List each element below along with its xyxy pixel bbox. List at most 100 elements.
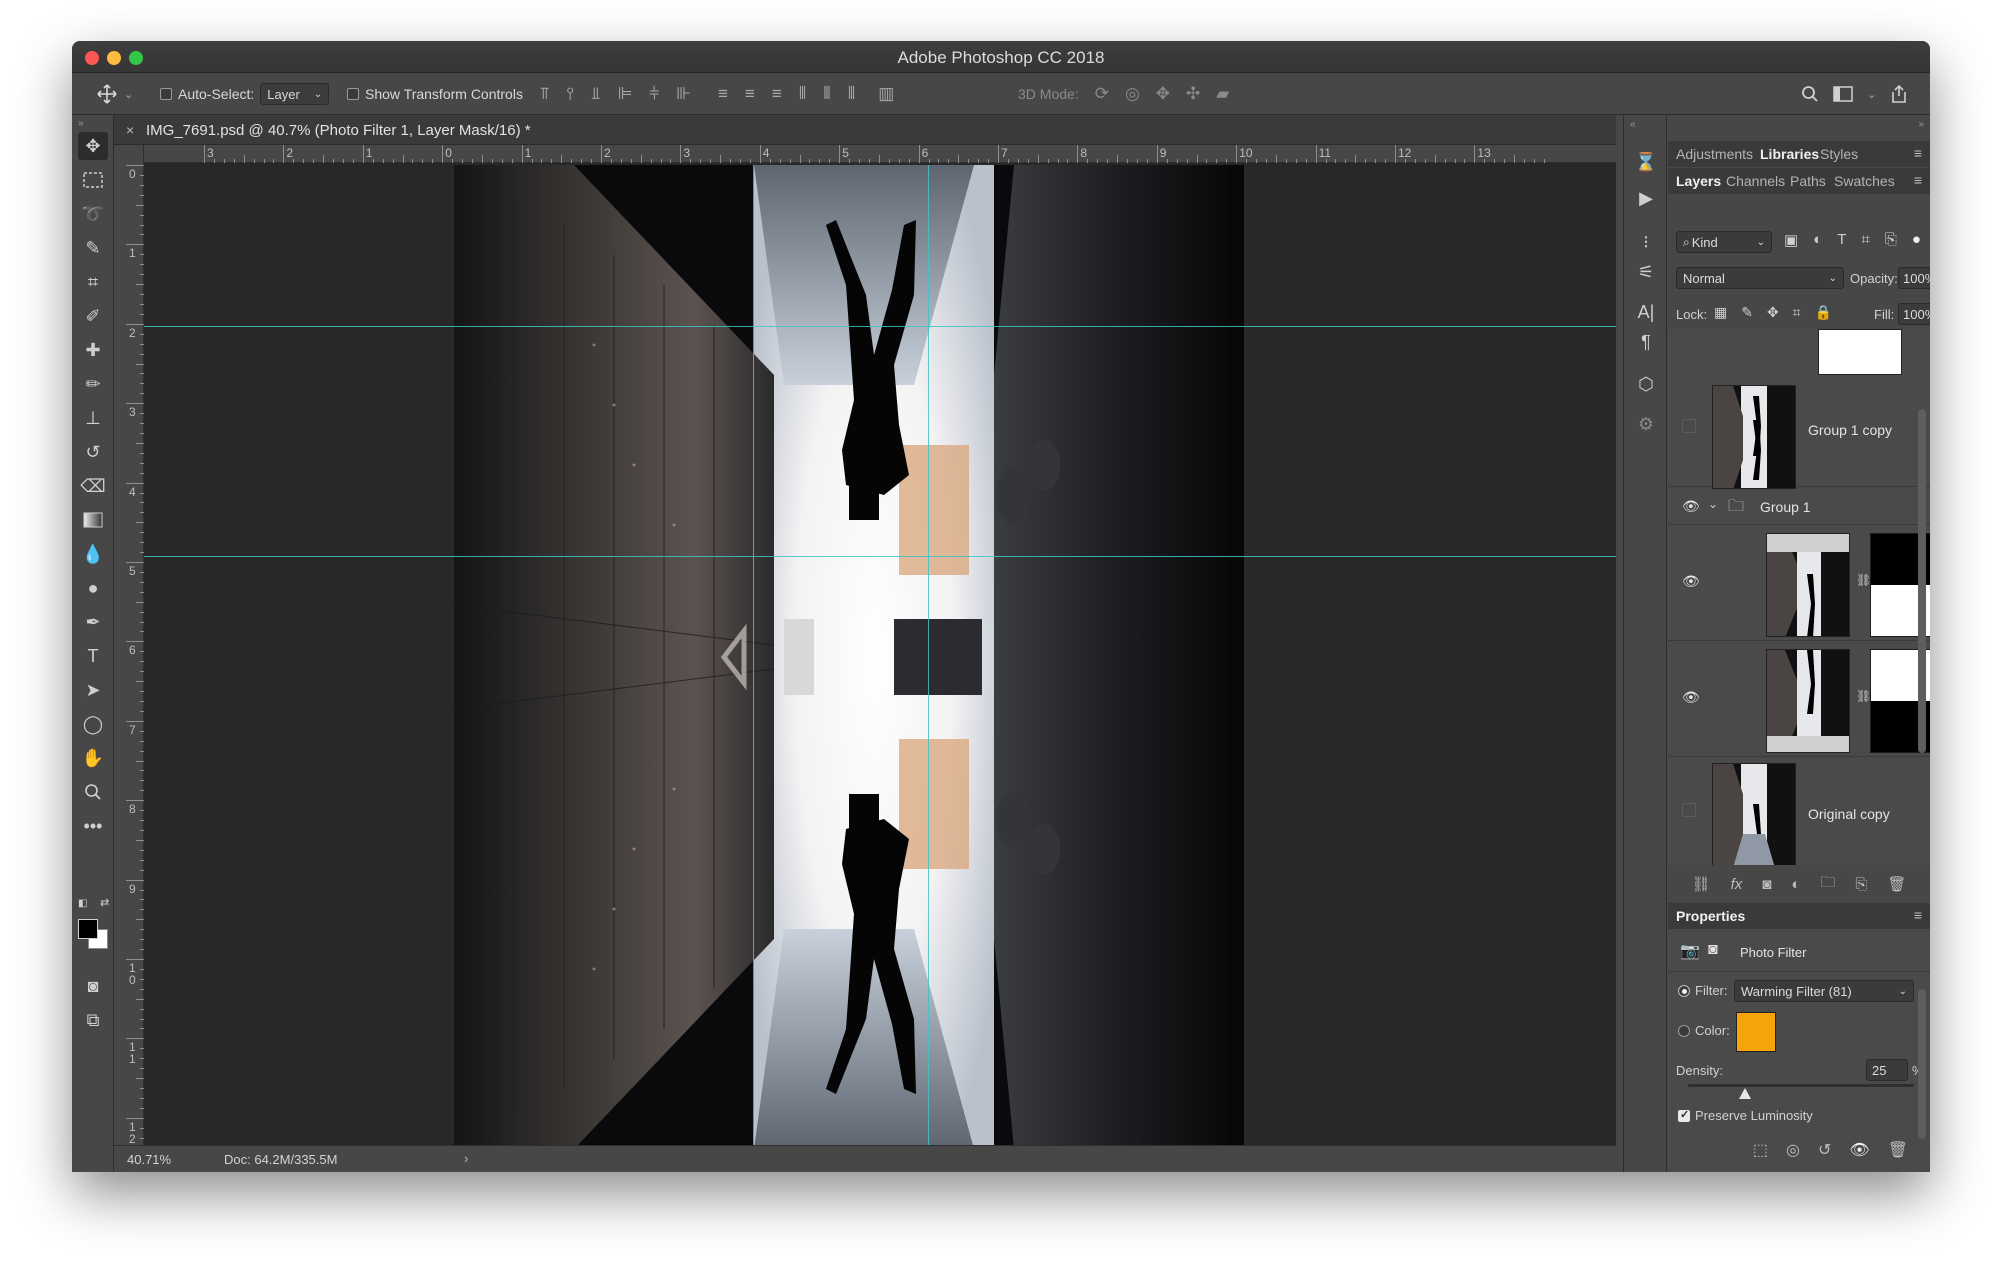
link-layers-icon[interactable]: ⛓ — [1692, 875, 1711, 893]
crop-tool-icon[interactable]: ⌗ — [78, 268, 108, 296]
paragraph-panel-icon[interactable]: ¶ — [1632, 329, 1660, 355]
lock-transparency-icon[interactable]: ▦ — [1714, 304, 1727, 321]
tab-styles[interactable]: Styles — [1820, 146, 1858, 162]
canvas-area[interactable] — [144, 163, 1616, 1149]
filter-smart-object-icon[interactable]: ⎘ — [1885, 231, 1897, 249]
layer-name[interactable]: Group 1 copy — [1808, 422, 1892, 438]
move-tool-icon[interactable]: ✥ — [78, 132, 108, 160]
distribute-horizontal-centers-icon[interactable]: ⦀ — [823, 84, 830, 104]
layer-filter-kind[interactable]: ⌕ Kind ⌄ — [1676, 231, 1772, 253]
layer-style-fx-icon[interactable]: fx — [1731, 876, 1743, 893]
filter-color-swatch[interactable] — [1736, 1012, 1776, 1052]
3d-panel-icon[interactable]: ⬡ — [1632, 371, 1660, 397]
panel-menu-icon[interactable]: ≡ — [1914, 907, 1922, 923]
auto-align-layers-icon[interactable]: ▥ — [878, 84, 894, 104]
eye-icon[interactable]: 👁 — [1682, 498, 1700, 515]
align-bottom-edges-icon[interactable]: ⫫ — [591, 84, 601, 104]
more-tools-icon[interactable]: ••• — [78, 812, 108, 840]
preserve-luminosity-checkbox[interactable]: ✓ — [1678, 1109, 1690, 1122]
rectangular-marquee-tool-icon[interactable] — [78, 166, 108, 194]
eraser-tool-icon[interactable]: ⌫ — [78, 472, 108, 500]
filter-adjustment-icon[interactable]: ◐ — [1813, 231, 1822, 249]
layer-photo-filter-bottom[interactable]: 👁 ⛓ — [1668, 643, 1930, 757]
reset-adjustment-icon[interactable]: ↺ — [1818, 1140, 1831, 1160]
density-field[interactable]: 25 — [1866, 1059, 1908, 1081]
lock-artboard-icon[interactable]: ⌗ — [1793, 304, 1801, 321]
panel-menu-icon[interactable]: ≡ — [1914, 145, 1922, 161]
collapse-strip-icon[interactable]: « — [1630, 119, 1636, 130]
delete-adjustment-icon[interactable]: 🗑 — [1888, 1140, 1908, 1160]
auto-select-checkbox[interactable] — [160, 88, 172, 100]
vertical-ruler[interactable]: 0 1 2 3 4 5 6 7 8 9 1 0 1 1 1 2 — [126, 145, 144, 1169]
layer-original-copy[interactable]: Original copy — [1668, 759, 1930, 865]
distribute-vertical-centers-icon[interactable]: ≡ — [745, 84, 755, 104]
scale-3d-camera-icon[interactable]: ▰ — [1216, 84, 1229, 104]
modifier-panel-icon[interactable]: ⚙ — [1632, 411, 1660, 437]
view-previous-state-icon[interactable]: ◎ — [1786, 1140, 1800, 1160]
tab-layers[interactable]: Layers — [1676, 173, 1721, 189]
chevron-down-icon[interactable]: ⌄ — [1708, 497, 1718, 511]
align-vertical-centers-icon[interactable]: ⫯ — [567, 84, 574, 104]
lock-position-icon[interactable]: ✥ — [1767, 304, 1779, 321]
filter-radio[interactable] — [1678, 985, 1690, 997]
lasso-tool-icon[interactable]: ➰ — [78, 200, 108, 228]
search-icon[interactable] — [1801, 85, 1819, 103]
eye-icon[interactable]: 👁 — [1682, 689, 1700, 706]
healing-brush-tool-icon[interactable]: ✚ — [78, 336, 108, 364]
move-tool-preset[interactable]: ⌄ — [96, 73, 133, 115]
path-selection-tool-icon[interactable]: ➤ — [78, 676, 108, 704]
tab-channels[interactable]: Channels — [1726, 173, 1785, 189]
filter-dropdown[interactable]: Warming Filter (81) ⌄ — [1734, 980, 1914, 1002]
lock-all-icon[interactable]: 🔒 — [1815, 304, 1832, 321]
roll-3d-icon[interactable]: ◎ — [1125, 84, 1140, 104]
eye-icon[interactable]: 👁 — [1682, 573, 1700, 590]
ellipse-tool-icon[interactable]: ◯ — [78, 710, 108, 738]
blend-mode-dropdown[interactable]: Normal ⌄ — [1676, 267, 1844, 289]
align-left-edges-icon[interactable]: ⊫ — [618, 84, 633, 104]
brush-tool-icon[interactable]: ✏ — [78, 370, 108, 398]
collapse-tools-icon[interactable]: » — [78, 118, 84, 129]
quick-mask-icon[interactable]: ◙ — [78, 972, 108, 1000]
lock-pixels-icon[interactable]: ✎ — [1741, 304, 1753, 321]
distribute-bottom-edges-icon[interactable]: ≡ — [772, 84, 782, 104]
fill-field[interactable]: 100% — [1898, 303, 1930, 325]
guide-vertical[interactable] — [753, 165, 754, 1149]
layers-scrollbar[interactable] — [1918, 409, 1926, 753]
brush-settings-icon[interactable]: ⁝ — [1632, 229, 1660, 255]
density-slider-track[interactable] — [1688, 1084, 1914, 1087]
new-adjustment-layer-icon[interactable]: ◐ — [1791, 876, 1800, 893]
foreground-color-swatch[interactable] — [78, 919, 98, 939]
auto-select-dropdown[interactable]: Layer ⌄ — [260, 83, 330, 105]
photo-filter-adjustment-icon[interactable]: 📷 — [1680, 941, 1700, 961]
guide-vertical[interactable] — [928, 165, 929, 1149]
type-tool-icon[interactable]: T — [78, 642, 108, 670]
filter-pixel-icon[interactable]: ▣ — [1784, 231, 1798, 249]
layer-photo-filter-top[interactable]: 👁 ⛓ — [1668, 527, 1930, 641]
screen-mode-icon[interactable]: ⧉ — [78, 1006, 108, 1034]
history-brush-tool-icon[interactable]: ↺ — [78, 438, 108, 466]
pen-tool-icon[interactable]: ✒ — [78, 608, 108, 636]
layer-name[interactable]: Group 1 — [1760, 499, 1811, 515]
distribute-left-edges-icon[interactable]: ⦀ — [799, 84, 806, 104]
quick-selection-tool-icon[interactable]: ✎ — [78, 234, 108, 262]
new-layer-icon[interactable]: ⎘ — [1855, 876, 1867, 893]
status-menu-arrow-icon[interactable]: › — [464, 1151, 468, 1166]
clone-stamp-tool-icon[interactable]: ⊥ — [78, 404, 108, 432]
filter-type-icon[interactable]: T — [1837, 231, 1846, 249]
zoom-level[interactable]: 40.71% — [127, 1152, 171, 1167]
tab-libraries[interactable]: Libraries — [1760, 146, 1819, 162]
clip-to-layer-icon[interactable]: ⬚ — [1753, 1140, 1768, 1160]
workspace-icon[interactable] — [1833, 86, 1853, 102]
document-tab[interactable]: × IMG_7691.psd @ 40.7% (Photo Filter 1, … — [114, 115, 1616, 145]
mask-link-icon[interactable]: ⛓ — [1856, 573, 1871, 587]
zoom-tool-icon[interactable] — [78, 778, 108, 806]
share-icon[interactable] — [1890, 84, 1908, 104]
orbit-3d-icon[interactable]: ⟳ — [1095, 84, 1109, 104]
align-right-edges-icon[interactable]: ⊪ — [676, 84, 691, 104]
color-radio[interactable] — [1678, 1025, 1690, 1037]
layer-name[interactable]: Original copy — [1808, 806, 1890, 822]
eyedropper-tool-icon[interactable]: ✐ — [78, 302, 108, 330]
actions-panel-icon[interactable]: ▶ — [1632, 185, 1660, 211]
mask-link-icon[interactable]: ⛓ — [1856, 689, 1871, 703]
tab-swatches[interactable]: Swatches — [1834, 173, 1895, 189]
